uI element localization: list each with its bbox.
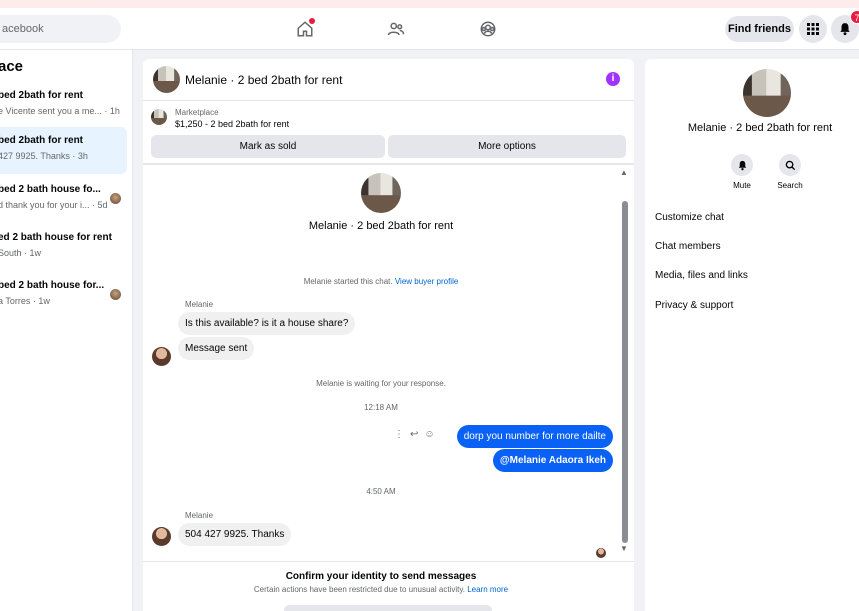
reply-icon[interactable]: ↩ [410,429,418,440]
home-icon[interactable] [294,18,316,40]
timestamp: 12:18 AM [364,403,398,412]
outgoing-message[interactable]: @Melanie Adaora Ikeh [492,449,613,472]
react-icon[interactable]: ☺ [424,429,434,440]
marketplace-listing-bar: Marketplace $1,250 - 2 bed 2bath for ren… [143,101,634,165]
search-input[interactable]: acebook [0,15,121,43]
conversation-item[interactable]: bed 2 bath house fo... d thank you for y… [0,176,127,223]
conversation-title: bed 2 bath house fo... [0,184,101,195]
listing-thumbnail[interactable] [151,109,167,125]
conversation-preview: d thank you for your i... · 5d [0,200,108,210]
restriction-text: Certain actions have been restricted due… [143,585,619,594]
scroll-up-icon[interactable]: ▲ [620,169,628,177]
conversation-item-selected[interactable]: bed 2bath for rent 427 9925. Thanks · 3h [0,127,127,174]
scroll-down-icon[interactable]: ▼ [620,545,628,553]
privacy-support-link[interactable]: Privacy & support [655,300,733,311]
incoming-message[interactable]: Message sent [178,337,255,360]
conversation-avatar [110,289,121,300]
conversation-title: bed 2bath for rent [0,135,84,146]
marketplace-inbox-sidebar: ace bed 2bath for rent e Vicente sent yo… [0,50,133,611]
conversation-preview: a Torres · 1w [0,296,50,306]
conversation-preview: South · 1w [0,248,42,258]
notifications-button[interactable]: 7 [831,10,859,43]
chat-started-text: Melanie started this chat. [303,277,393,286]
search-button[interactable] [779,154,801,176]
more-icon[interactable]: ⋮ [394,429,404,440]
bell-icon [840,23,850,36]
listing-avatar[interactable] [153,66,180,93]
conversation-item[interactable]: ed 2 bath house for rent South · 1w [0,224,127,271]
find-friends-button[interactable]: Find friends [725,16,794,42]
mute-button[interactable] [731,154,753,176]
conversation-preview: 427 9925. Thanks · 3h [0,151,88,161]
top-banner-strip [0,0,859,8]
chat-window: Melanie · 2 bed 2bath for rent i Marketp… [143,59,634,611]
waiting-notice: Melanie is waiting for your response. [316,379,446,388]
incoming-message[interactable]: 504 427 9925. Thanks [178,523,292,546]
conversation-preview: e Vicente sent you a me... · 1h [0,106,120,116]
confirm-identity-title: Confirm your identity to send messages [285,571,477,582]
conversation-item[interactable]: bed 2bath for rent e Vicente sent you a … [0,82,127,129]
chat-details-panel: Melanie · 2 bed 2bath for rent Mute Sear… [645,59,859,611]
media-files-links[interactable]: Media, files and links [655,270,748,281]
identity-restriction-notice: Confirm your identity to send messages C… [143,561,634,611]
profile-name: Melanie · 2 bed 2bath for rent [308,220,454,232]
chat-started-notice: Melanie started this chat. View buyer pr… [143,277,619,286]
mute-label: Mute [733,181,751,190]
message-thread: Melanie · 2 bed 2bath for rent Melanie s… [143,167,634,561]
friends-icon[interactable] [385,18,407,40]
learn-more-link[interactable]: Learn more [467,585,508,594]
message-scrollbar[interactable]: ▲ ▼ [620,169,629,553]
message-actions: ⋮ ↩ ☺ [394,429,435,440]
details-name: Melanie · 2 bed 2bath for rent [687,122,833,134]
chat-header: Melanie · 2 bed 2bath for rent i [143,59,634,101]
profile-avatar[interactable] [361,173,401,213]
sender-avatar[interactable] [152,347,171,366]
restriction-message: Certain actions have been restricted due… [253,585,465,594]
notifications-badge: 7 [850,10,859,24]
top-navigation-bar: acebook Find friends 7 [0,8,859,50]
details-avatar[interactable] [743,69,791,117]
chat-title[interactable]: Melanie · 2 bed 2bath for rent [185,73,342,87]
chat-members-link[interactable]: Chat members [655,241,721,252]
home-notification-dot [309,18,315,24]
marketplace-label: Marketplace [175,108,219,117]
bell-icon [738,160,746,170]
sender-name: Melanie [185,300,214,309]
seen-receipt-avatar [596,548,606,558]
customize-chat-link[interactable]: Customize chat [655,212,724,223]
search-label: Search [777,181,803,190]
conversation-avatar [110,193,121,204]
sender-avatar[interactable] [152,527,171,546]
more-options-button[interactable]: More options [388,135,626,158]
mark-as-sold-button[interactable]: Mark as sold [151,135,385,158]
scrollbar-thumb[interactable] [622,201,628,543]
timestamp: 4:50 AM [366,487,396,496]
conversation-title: bed 2 bath house for... [0,280,105,291]
sender-name: Melanie [185,511,214,520]
groups-icon[interactable] [477,18,499,40]
info-icon[interactable]: i [606,72,620,86]
sidebar-title: ace [0,58,24,75]
confirm-identity-button[interactable] [284,605,492,611]
outgoing-message[interactable]: dorp you number for more dailte [456,425,613,448]
conversation-title: ed 2 bath house for rent [0,232,112,243]
conversation-item[interactable]: bed 2 bath house for... a Torres · 1w [0,272,127,319]
search-icon [785,160,795,170]
view-buyer-profile-link[interactable]: View buyer profile [395,277,458,286]
incoming-message[interactable]: Is this available? is it a house share? [178,312,356,335]
menu-grid-icon[interactable] [799,15,827,43]
listing-price-title[interactable]: $1,250 - 2 bed 2bath for rent [175,119,289,129]
conversation-title: bed 2bath for rent [0,90,84,101]
